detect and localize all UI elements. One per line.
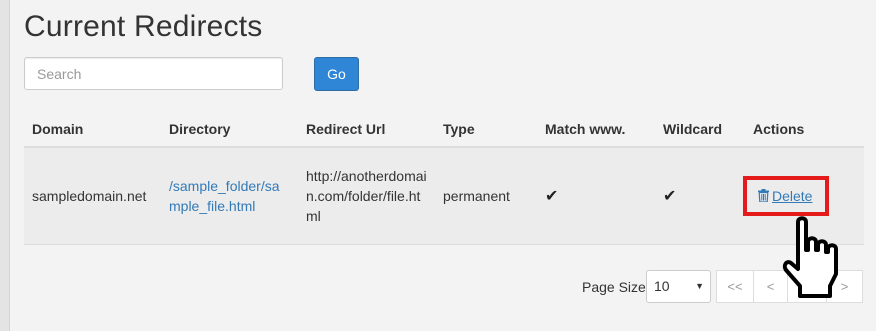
checkmark-icon: ✔ [545,187,559,205]
column-header-directory[interactable]: Directory [161,111,298,148]
page-size-label: Page Size [582,279,646,295]
page-size-select[interactable]: 10 ▼ [646,270,711,303]
directory-link[interactable]: /sample_folder/sample_file.html [169,178,280,214]
search-input[interactable] [24,57,283,90]
cell-wildcard: ✔ [655,147,745,245]
table-header-row: Domain Directory Redirect Url Type Match… [24,111,864,148]
first-page-button[interactable]: << [716,270,754,303]
delete-link[interactable]: Delete [758,188,812,204]
go-button[interactable]: Go [314,57,359,91]
page-title: Current Redirects [24,10,263,43]
cell-directory: /sample_folder/sample_file.html [161,147,298,245]
column-header-actions: Actions [745,111,864,148]
checkmark-icon: ✔ [663,187,677,205]
page-size-value: 10 [654,278,670,294]
column-header-match-www[interactable]: Match www. [537,111,655,148]
column-header-domain[interactable]: Domain [24,111,161,148]
cell-redirect-url: http://anotherdomain.com/folder/file.htm… [298,147,435,245]
table-row: sampledomain.net /sample_folder/sample_f… [24,147,864,245]
delete-label: Delete [772,188,813,204]
column-header-wildcard[interactable]: Wildcard [655,111,745,148]
redirects-table: Domain Directory Redirect Url Type Match… [24,111,864,245]
cell-type: permanent [435,147,537,245]
highlight-box: Delete [743,176,830,216]
column-header-redirect-url[interactable]: Redirect Url [298,111,435,148]
cell-domain: sampledomain.net [24,147,161,245]
hand-pointer-cursor-icon [782,216,838,298]
left-border [0,0,10,331]
cell-match-www: ✔ [537,147,655,245]
column-header-type[interactable]: Type [435,111,537,148]
trash-icon [758,189,769,202]
caret-down-icon: ▼ [695,281,704,291]
